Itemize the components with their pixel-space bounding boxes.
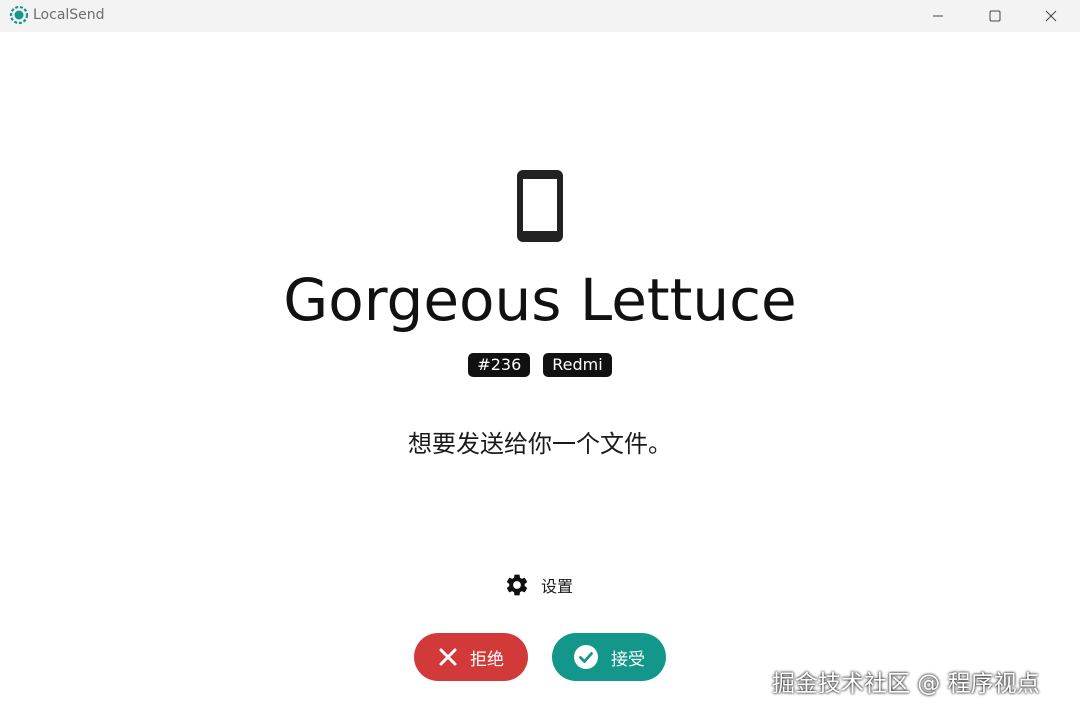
app-title: LocalSend <box>33 7 105 23</box>
accept-button[interactable]: 接受 <box>552 633 666 681</box>
device-number-badge: #236 <box>468 353 531 377</box>
watermark-text: 掘金技术社区 @ 程序视点 <box>772 671 1040 697</box>
gear-icon <box>506 574 528 596</box>
minimize-icon <box>933 15 943 17</box>
close-icon <box>1045 10 1057 22</box>
sender-device-name: Gorgeous Lettuce <box>283 266 797 334</box>
settings-button[interactable]: 设置 <box>504 571 573 599</box>
reject-label: 拒绝 <box>470 649 504 670</box>
request-message: 想要发送给你一个文件。 <box>408 430 672 458</box>
sender-tags: #236 Redmi <box>0 353 1080 377</box>
close-x-icon <box>439 648 457 666</box>
accept-label: 接受 <box>611 649 645 670</box>
device-model-badge: Redmi <box>543 353 612 377</box>
minimize-button[interactable] <box>909 0 967 32</box>
close-button[interactable] <box>1022 0 1080 32</box>
localsend-logo-icon <box>9 5 29 25</box>
reject-button[interactable]: 拒绝 <box>414 633 528 681</box>
maximize-button[interactable] <box>966 0 1024 32</box>
maximize-icon <box>989 10 1001 22</box>
localsend-window: LocalSend Gorgeous Lettuce #236 Redmi 想要… <box>0 0 1080 718</box>
title-bar[interactable]: LocalSend <box>0 0 1080 32</box>
check-circle-icon <box>574 645 598 669</box>
smartphone-icon <box>517 170 563 242</box>
settings-label: 设置 <box>541 577 574 596</box>
